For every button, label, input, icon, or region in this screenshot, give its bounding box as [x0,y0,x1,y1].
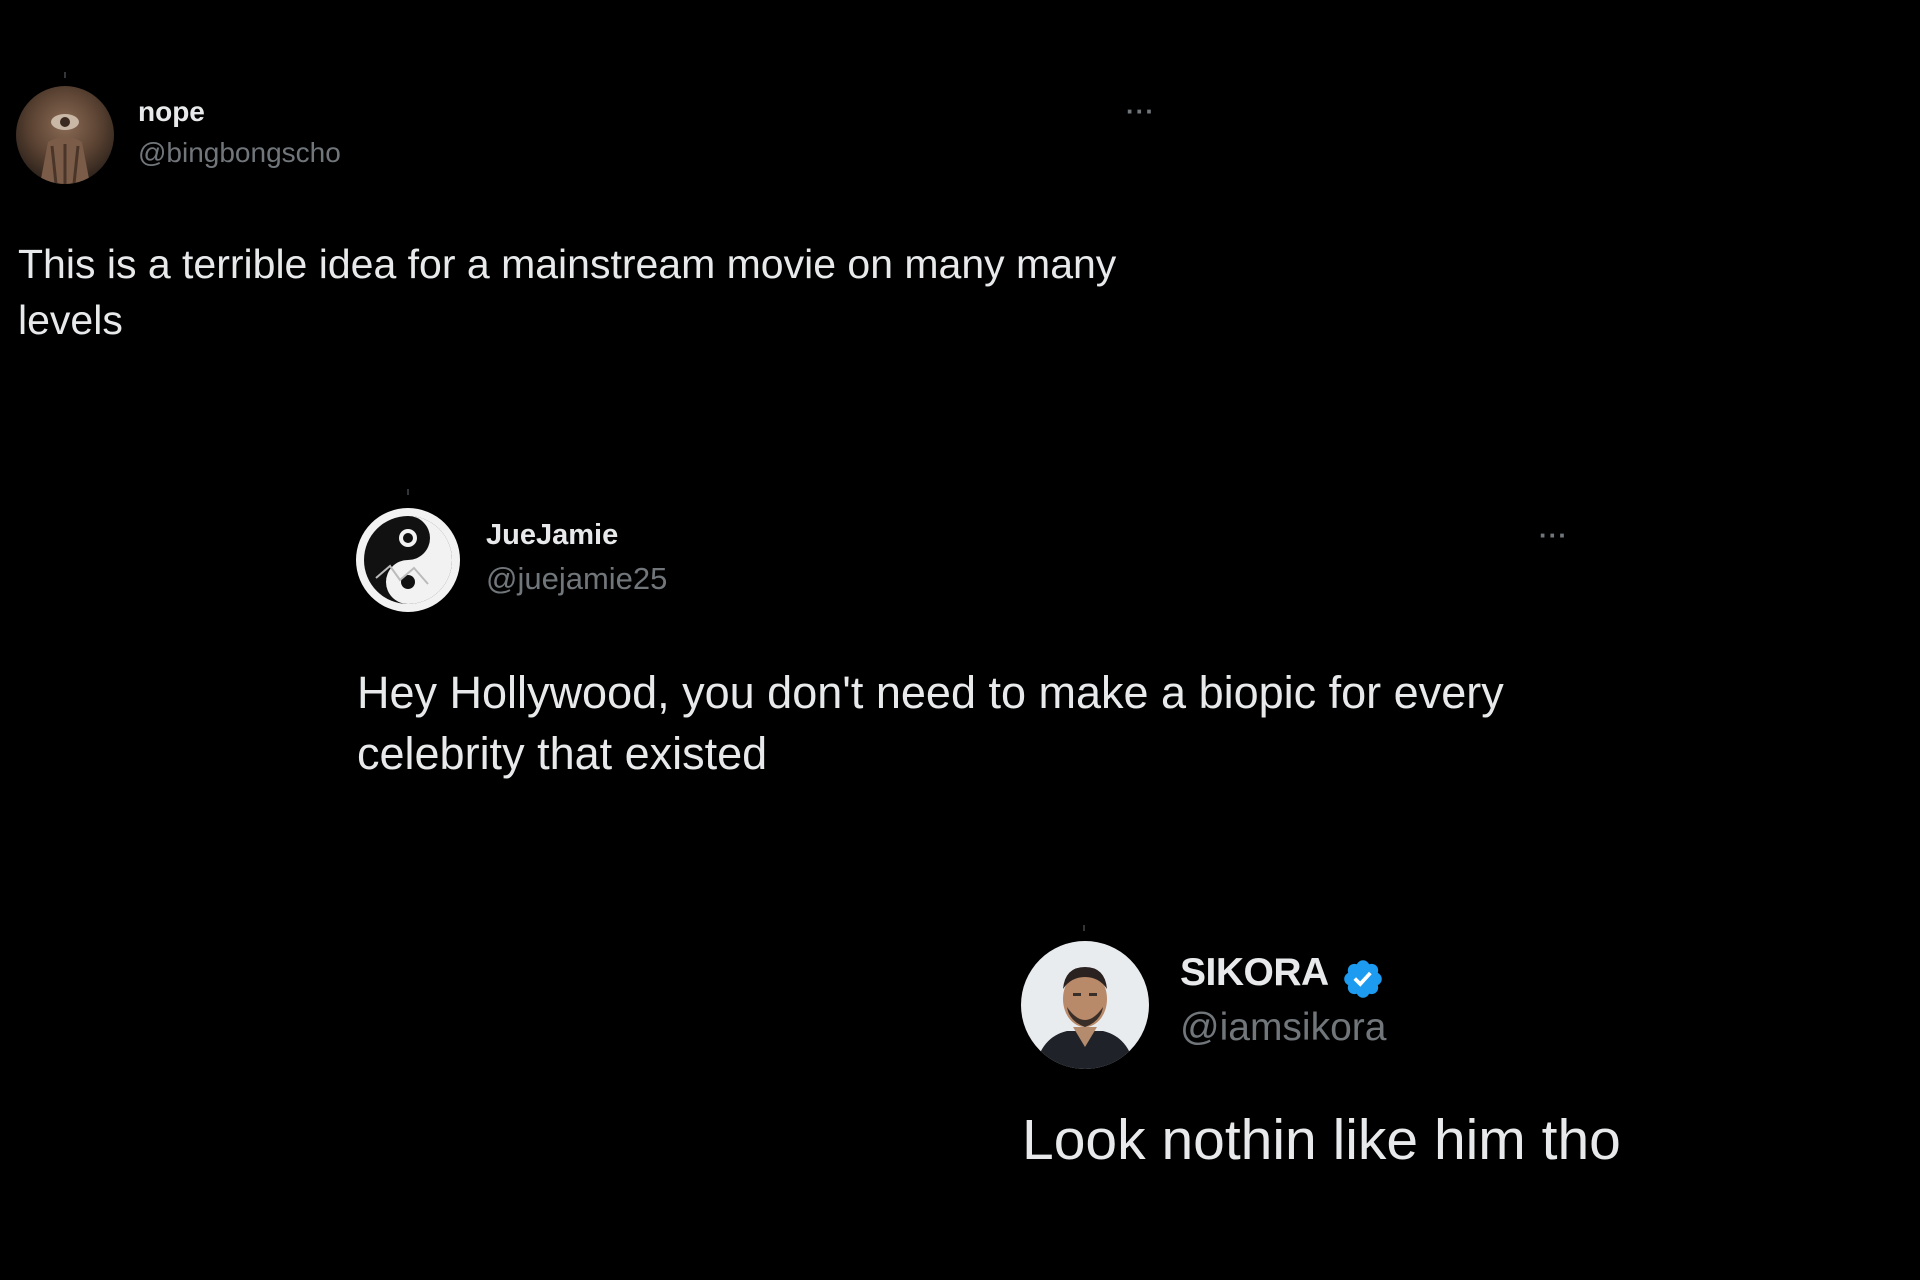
thread-tick [1083,925,1085,931]
tweet-text: Look nothin like him tho [1022,1108,1621,1172]
tweet-sikora: SIKORA @iamsikora Look nothin like him t… [0,0,1920,1280]
display-name[interactable]: SIKORA [1180,951,1329,995]
avatar[interactable] [1021,941,1149,1069]
user-handle[interactable]: @iamsikora [1180,1006,1386,1050]
verified-badge-icon [1344,960,1382,998]
